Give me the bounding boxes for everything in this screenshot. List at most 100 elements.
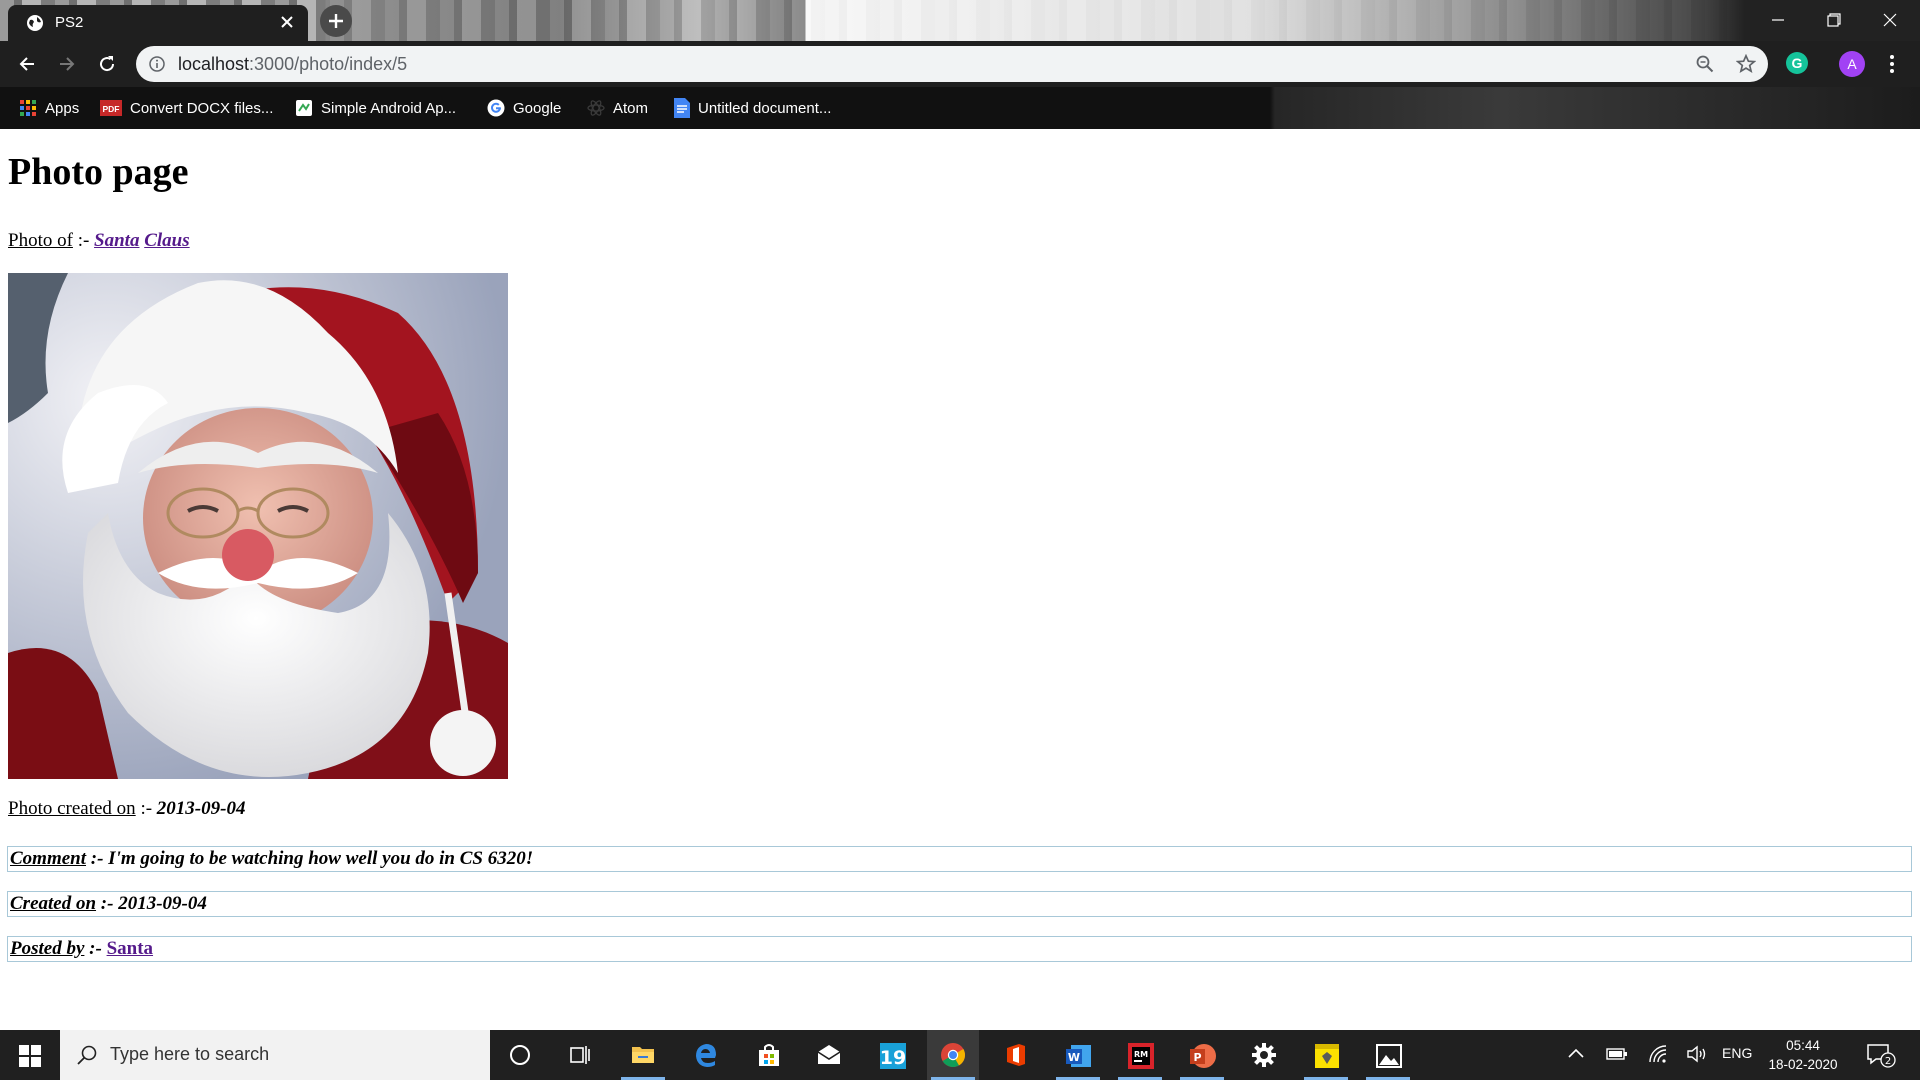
gear-icon: [1251, 1042, 1277, 1068]
posted-by-row: Posted by :- Santa: [7, 936, 1912, 962]
office-button[interactable]: [990, 1030, 1042, 1080]
photo-owner-line: Photo of :- Santa Claus: [8, 230, 190, 252]
sticky-notes-button[interactable]: [1300, 1030, 1352, 1080]
bookmark-label: Convert DOCX files...: [130, 99, 274, 117]
reload-button[interactable]: [92, 49, 122, 79]
bookmark-simple-android[interactable]: Simple Android Ap...: [295, 96, 456, 120]
store-bag-icon: [756, 1042, 782, 1068]
separator: :-: [86, 848, 109, 869]
address-bar[interactable]: localhost:3000/photo/index/5: [136, 46, 1768, 82]
more-menu-icon[interactable]: [1888, 53, 1896, 75]
comment-created-value: 2013-09-04: [118, 893, 207, 914]
comment-text: I'm going to be watching how well you do…: [108, 848, 534, 869]
page-content: Photo page Photo of :- Santa Claus Photo…: [0, 129, 1920, 1029]
store-button[interactable]: [743, 1030, 795, 1080]
cortana-icon: [507, 1042, 533, 1068]
first-name-link[interactable]: Santa: [94, 230, 139, 251]
photo-of-label: Photo of: [8, 230, 73, 251]
bookmark-convert-docx[interactable]: PDF Convert DOCX files...: [100, 96, 273, 120]
wifi-icon[interactable]: [1647, 1044, 1669, 1064]
calendar-19-icon: 19: [879, 1042, 907, 1070]
apps-grid-icon: [19, 99, 37, 117]
profile-avatar[interactable]: A: [1839, 51, 1865, 77]
cortana-button[interactable]: [494, 1030, 546, 1080]
atom-icon: [587, 99, 605, 117]
close-window-button[interactable]: [1862, 0, 1918, 40]
powerpoint-button[interactable]: P: [1176, 1030, 1228, 1080]
last-name-link[interactable]: Claus: [144, 230, 189, 251]
bookmark-label: Apps: [45, 99, 80, 117]
photos-button[interactable]: [1362, 1030, 1414, 1080]
posted-by-link[interactable]: Santa: [107, 938, 153, 959]
page-title: Photo page: [8, 151, 189, 193]
photos-icon: [1375, 1042, 1403, 1070]
settings-button[interactable]: [1238, 1030, 1290, 1080]
info-icon[interactable]: [149, 56, 165, 72]
input-language-indicator[interactable]: ENG: [1722, 1045, 1752, 1061]
svg-text:RM: RM: [1134, 1050, 1148, 1059]
folder-icon: [630, 1042, 656, 1068]
bookmark-label: Simple Android Ap...: [321, 99, 457, 117]
tab-title: PS2: [55, 14, 84, 31]
zoom-icon[interactable]: [1696, 55, 1714, 73]
santa-photo: [8, 273, 508, 779]
svg-text:PDF: PDF: [103, 104, 120, 114]
google-icon: [487, 99, 505, 117]
search-placeholder: Type here to search: [110, 1044, 270, 1064]
forward-button[interactable]: [52, 49, 82, 79]
word-button[interactable]: W: [1052, 1030, 1104, 1080]
separator: :-: [135, 798, 157, 819]
bookmark-label: Untitled document...: [698, 99, 832, 117]
bookmark-star-icon[interactable]: [1736, 54, 1756, 74]
edge-button[interactable]: [680, 1030, 732, 1080]
task-view-button[interactable]: [554, 1030, 606, 1080]
chrome-button[interactable]: [927, 1030, 979, 1080]
comment-created-row: Created on :- 2013-09-04: [7, 891, 1912, 917]
bookmark-untitled-document[interactable]: Untitled document...: [674, 96, 831, 120]
comment-row: Comment :- I'm going to be watching how …: [7, 846, 1912, 872]
grammarly-extension-icon[interactable]: G: [1786, 52, 1808, 74]
separator: :-: [96, 893, 119, 914]
photo-created-line: Photo created on :- 2013-09-04: [8, 798, 245, 820]
rubymine-button[interactable]: RM: [1114, 1030, 1166, 1080]
google-docs-icon: [674, 98, 690, 118]
title-bar: PS2: [0, 0, 1920, 41]
bookmarks-bar: Apps PDF Convert DOCX files... Simple An…: [0, 87, 1920, 129]
rubymine-icon: RM: [1127, 1042, 1155, 1070]
minimize-button[interactable]: [1750, 0, 1806, 40]
app-19-button[interactable]: 19: [866, 1030, 918, 1080]
bookmark-google[interactable]: Google: [487, 96, 561, 120]
browser-window: PS2 localhost:3000/photo/index/5 G A App…: [0, 0, 1920, 129]
pdf-icon: PDF: [100, 100, 122, 116]
start-button[interactable]: [0, 1030, 60, 1080]
clock-time: 05:44: [1786, 1038, 1820, 1053]
photo-created-value: 2013-09-04: [156, 798, 246, 819]
word-icon: W: [1065, 1042, 1093, 1070]
file-explorer-button[interactable]: [617, 1030, 669, 1080]
office-icon: [1003, 1042, 1029, 1068]
svg-text:W: W: [1068, 1051, 1080, 1064]
mail-button[interactable]: [803, 1030, 855, 1080]
action-center-notification-icon[interactable]: 2: [1866, 1042, 1896, 1068]
chrome-icon: [940, 1042, 966, 1068]
battery-icon[interactable]: [1606, 1044, 1628, 1064]
taskbar-search-box[interactable]: Type here to search: [60, 1030, 490, 1080]
svg-text:19: 19: [880, 1047, 906, 1069]
volume-icon[interactable]: [1686, 1044, 1708, 1064]
new-tab-button[interactable]: [320, 5, 352, 37]
close-tab-icon[interactable]: [280, 15, 294, 29]
separator: :-: [84, 938, 107, 959]
search-icon: [76, 1044, 98, 1066]
photo-created-label: Photo created on: [8, 798, 136, 819]
url-path: :3000/photo/index/5: [249, 54, 408, 74]
bookmark-atom[interactable]: Atom: [587, 96, 648, 120]
windows-logo-icon: [19, 1045, 41, 1067]
restore-button[interactable]: [1806, 0, 1862, 40]
windows-taskbar: Type here to search 19 W RM P ENG 05:44 …: [0, 1030, 1920, 1080]
back-button[interactable]: [12, 49, 42, 79]
sticky-notes-icon: [1313, 1042, 1341, 1070]
browser-tab[interactable]: PS2: [8, 5, 308, 41]
taskbar-clock[interactable]: 05:44 18-02-2020: [1768, 1036, 1838, 1074]
bookmark-apps[interactable]: Apps: [19, 96, 79, 120]
show-hidden-icons-chevron-icon[interactable]: [1566, 1044, 1586, 1064]
